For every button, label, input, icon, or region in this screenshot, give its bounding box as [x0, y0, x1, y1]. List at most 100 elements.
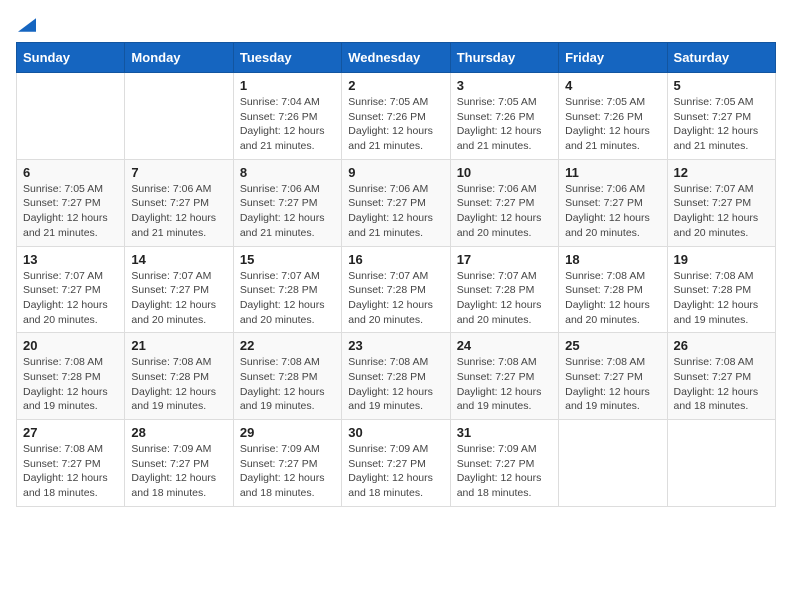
weekday-header-tuesday: Tuesday [233, 43, 341, 73]
day-info: Sunrise: 7:09 AM Sunset: 7:27 PM Dayligh… [457, 442, 552, 501]
day-number: 17 [457, 252, 552, 267]
day-info: Sunrise: 7:09 AM Sunset: 7:27 PM Dayligh… [348, 442, 443, 501]
header [16, 16, 776, 30]
day-info: Sunrise: 7:05 AM Sunset: 7:26 PM Dayligh… [565, 95, 660, 154]
day-info: Sunrise: 7:06 AM Sunset: 7:27 PM Dayligh… [240, 182, 335, 241]
day-number: 30 [348, 425, 443, 440]
calendar-week-row: 20 Sunrise: 7:08 AM Sunset: 7:28 PM Dayli… [17, 333, 776, 420]
day-number: 7 [131, 165, 226, 180]
day-number: 22 [240, 338, 335, 353]
day-info: Sunrise: 7:05 AM Sunset: 7:27 PM Dayligh… [674, 95, 769, 154]
calendar-cell: 31 Sunrise: 7:09 AM Sunset: 7:27 PM Dayli… [450, 420, 558, 507]
day-info: Sunrise: 7:05 AM Sunset: 7:27 PM Dayligh… [23, 182, 118, 241]
day-info: Sunrise: 7:08 AM Sunset: 7:27 PM Dayligh… [674, 355, 769, 414]
calendar-cell: 17 Sunrise: 7:07 AM Sunset: 7:28 PM Dayli… [450, 246, 558, 333]
day-info: Sunrise: 7:06 AM Sunset: 7:27 PM Dayligh… [348, 182, 443, 241]
calendar-cell: 2 Sunrise: 7:05 AM Sunset: 7:26 PM Daylig… [342, 73, 450, 160]
calendar-cell: 4 Sunrise: 7:05 AM Sunset: 7:26 PM Daylig… [559, 73, 667, 160]
calendar-week-row: 6 Sunrise: 7:05 AM Sunset: 7:27 PM Daylig… [17, 159, 776, 246]
weekday-header-wednesday: Wednesday [342, 43, 450, 73]
day-number: 1 [240, 78, 335, 93]
day-number: 11 [565, 165, 660, 180]
calendar-cell: 14 Sunrise: 7:07 AM Sunset: 7:27 PM Dayli… [125, 246, 233, 333]
calendar-week-row: 27Sunrise: 7:08 AM Sunset: 7:27 PM Dayli… [17, 420, 776, 507]
calendar-cell: 8 Sunrise: 7:06 AM Sunset: 7:27 PM Daylig… [233, 159, 341, 246]
day-info: Sunrise: 7:07 AM Sunset: 7:27 PM Dayligh… [131, 269, 226, 328]
day-info: Sunrise: 7:08 AM Sunset: 7:28 PM Dayligh… [240, 355, 335, 414]
calendar-cell: 9 Sunrise: 7:06 AM Sunset: 7:27 PM Daylig… [342, 159, 450, 246]
day-number: 31 [457, 425, 552, 440]
calendar-cell: 26 Sunrise: 7:08 AM Sunset: 7:27 PM Dayli… [667, 333, 775, 420]
day-number: 18 [565, 252, 660, 267]
calendar-cell: 21 Sunrise: 7:08 AM Sunset: 7:28 PM Dayli… [125, 333, 233, 420]
calendar-cell: 13 Sunrise: 7:07 AM Sunset: 7:27 PM Dayli… [17, 246, 125, 333]
calendar-cell: 10 Sunrise: 7:06 AM Sunset: 7:27 PM Dayli… [450, 159, 558, 246]
weekday-header-friday: Friday [559, 43, 667, 73]
day-info: Sunrise: 7:08 AM Sunset: 7:28 PM Dayligh… [23, 355, 118, 414]
day-number: 16 [348, 252, 443, 267]
weekday-header-thursday: Thursday [450, 43, 558, 73]
weekday-header-monday: Monday [125, 43, 233, 73]
day-number: 3 [457, 78, 552, 93]
day-info: Sunrise: 7:07 AM Sunset: 7:27 PM Dayligh… [23, 269, 118, 328]
day-number: 8 [240, 165, 335, 180]
day-number: 6 [23, 165, 118, 180]
calendar-cell [125, 73, 233, 160]
calendar-cell: 15 Sunrise: 7:07 AM Sunset: 7:28 PM Dayli… [233, 246, 341, 333]
day-info: Sunrise: 7:09 AM Sunset: 7:27 PM Dayligh… [131, 442, 226, 501]
day-number: 21 [131, 338, 226, 353]
calendar-cell: 19 Sunrise: 7:08 AM Sunset: 7:28 PM Dayli… [667, 246, 775, 333]
day-info: Sunrise: 7:08 AM Sunset: 7:28 PM Dayligh… [674, 269, 769, 328]
day-number: 4 [565, 78, 660, 93]
day-number: 13 [23, 252, 118, 267]
day-number: 29 [240, 425, 335, 440]
day-info: Sunrise: 7:07 AM Sunset: 7:28 PM Dayligh… [240, 269, 335, 328]
day-info: Sunrise: 7:07 AM Sunset: 7:28 PM Dayligh… [457, 269, 552, 328]
logo-icon [18, 16, 36, 34]
day-number: 2 [348, 78, 443, 93]
calendar-cell: 3 Sunrise: 7:05 AM Sunset: 7:26 PM Daylig… [450, 73, 558, 160]
day-info: Sunrise: 7:05 AM Sunset: 7:26 PM Dayligh… [457, 95, 552, 154]
day-info: Sunrise: 7:08 AM Sunset: 7:28 PM Dayligh… [565, 269, 660, 328]
day-number: 26 [674, 338, 769, 353]
day-number: 24 [457, 338, 552, 353]
calendar-cell: 6 Sunrise: 7:05 AM Sunset: 7:27 PM Daylig… [17, 159, 125, 246]
calendar-cell: 27Sunrise: 7:08 AM Sunset: 7:27 PM Dayli… [17, 420, 125, 507]
weekday-header-row: SundayMondayTuesdayWednesdayThursdayFrid… [17, 43, 776, 73]
calendar-cell: 11Sunrise: 7:06 AM Sunset: 7:27 PM Dayli… [559, 159, 667, 246]
day-number: 19 [674, 252, 769, 267]
day-info: Sunrise: 7:09 AM Sunset: 7:27 PM Dayligh… [240, 442, 335, 501]
day-info: Sunrise: 7:05 AM Sunset: 7:26 PM Dayligh… [348, 95, 443, 154]
calendar-cell: 25 Sunrise: 7:08 AM Sunset: 7:27 PM Dayli… [559, 333, 667, 420]
day-number: 9 [348, 165, 443, 180]
calendar-cell: 20 Sunrise: 7:08 AM Sunset: 7:28 PM Dayli… [17, 333, 125, 420]
calendar-cell: 12Sunrise: 7:07 AM Sunset: 7:27 PM Dayli… [667, 159, 775, 246]
day-number: 10 [457, 165, 552, 180]
day-number: 23 [348, 338, 443, 353]
day-info: Sunrise: 7:08 AM Sunset: 7:27 PM Dayligh… [457, 355, 552, 414]
calendar-cell: 5 Sunrise: 7:05 AM Sunset: 7:27 PM Daylig… [667, 73, 775, 160]
calendar-week-row: 1 Sunrise: 7:04 AM Sunset: 7:26 PM Daylig… [17, 73, 776, 160]
day-info: Sunrise: 7:08 AM Sunset: 7:27 PM Dayligh… [565, 355, 660, 414]
calendar-cell: 24 Sunrise: 7:08 AM Sunset: 7:27 PM Dayli… [450, 333, 558, 420]
calendar-cell: 16 Sunrise: 7:07 AM Sunset: 7:28 PM Dayli… [342, 246, 450, 333]
calendar-week-row: 13 Sunrise: 7:07 AM Sunset: 7:27 PM Dayli… [17, 246, 776, 333]
day-number: 25 [565, 338, 660, 353]
day-number: 5 [674, 78, 769, 93]
day-info: Sunrise: 7:06 AM Sunset: 7:27 PM Dayligh… [457, 182, 552, 241]
logo [16, 16, 36, 30]
calendar-cell [559, 420, 667, 507]
day-number: 14 [131, 252, 226, 267]
day-number: 15 [240, 252, 335, 267]
weekday-header-sunday: Sunday [17, 43, 125, 73]
day-info: Sunrise: 7:04 AM Sunset: 7:26 PM Dayligh… [240, 95, 335, 154]
day-info: Sunrise: 7:08 AM Sunset: 7:28 PM Dayligh… [131, 355, 226, 414]
day-number: 20 [23, 338, 118, 353]
calendar-cell: 22 Sunrise: 7:08 AM Sunset: 7:28 PM Dayli… [233, 333, 341, 420]
calendar-cell: 18 Sunrise: 7:08 AM Sunset: 7:28 PM Dayli… [559, 246, 667, 333]
day-info: Sunrise: 7:07 AM Sunset: 7:28 PM Dayligh… [348, 269, 443, 328]
day-number: 27 [23, 425, 118, 440]
calendar-cell: 7 Sunrise: 7:06 AM Sunset: 7:27 PM Daylig… [125, 159, 233, 246]
calendar-cell [667, 420, 775, 507]
day-info: Sunrise: 7:06 AM Sunset: 7:27 PM Dayligh… [131, 182, 226, 241]
